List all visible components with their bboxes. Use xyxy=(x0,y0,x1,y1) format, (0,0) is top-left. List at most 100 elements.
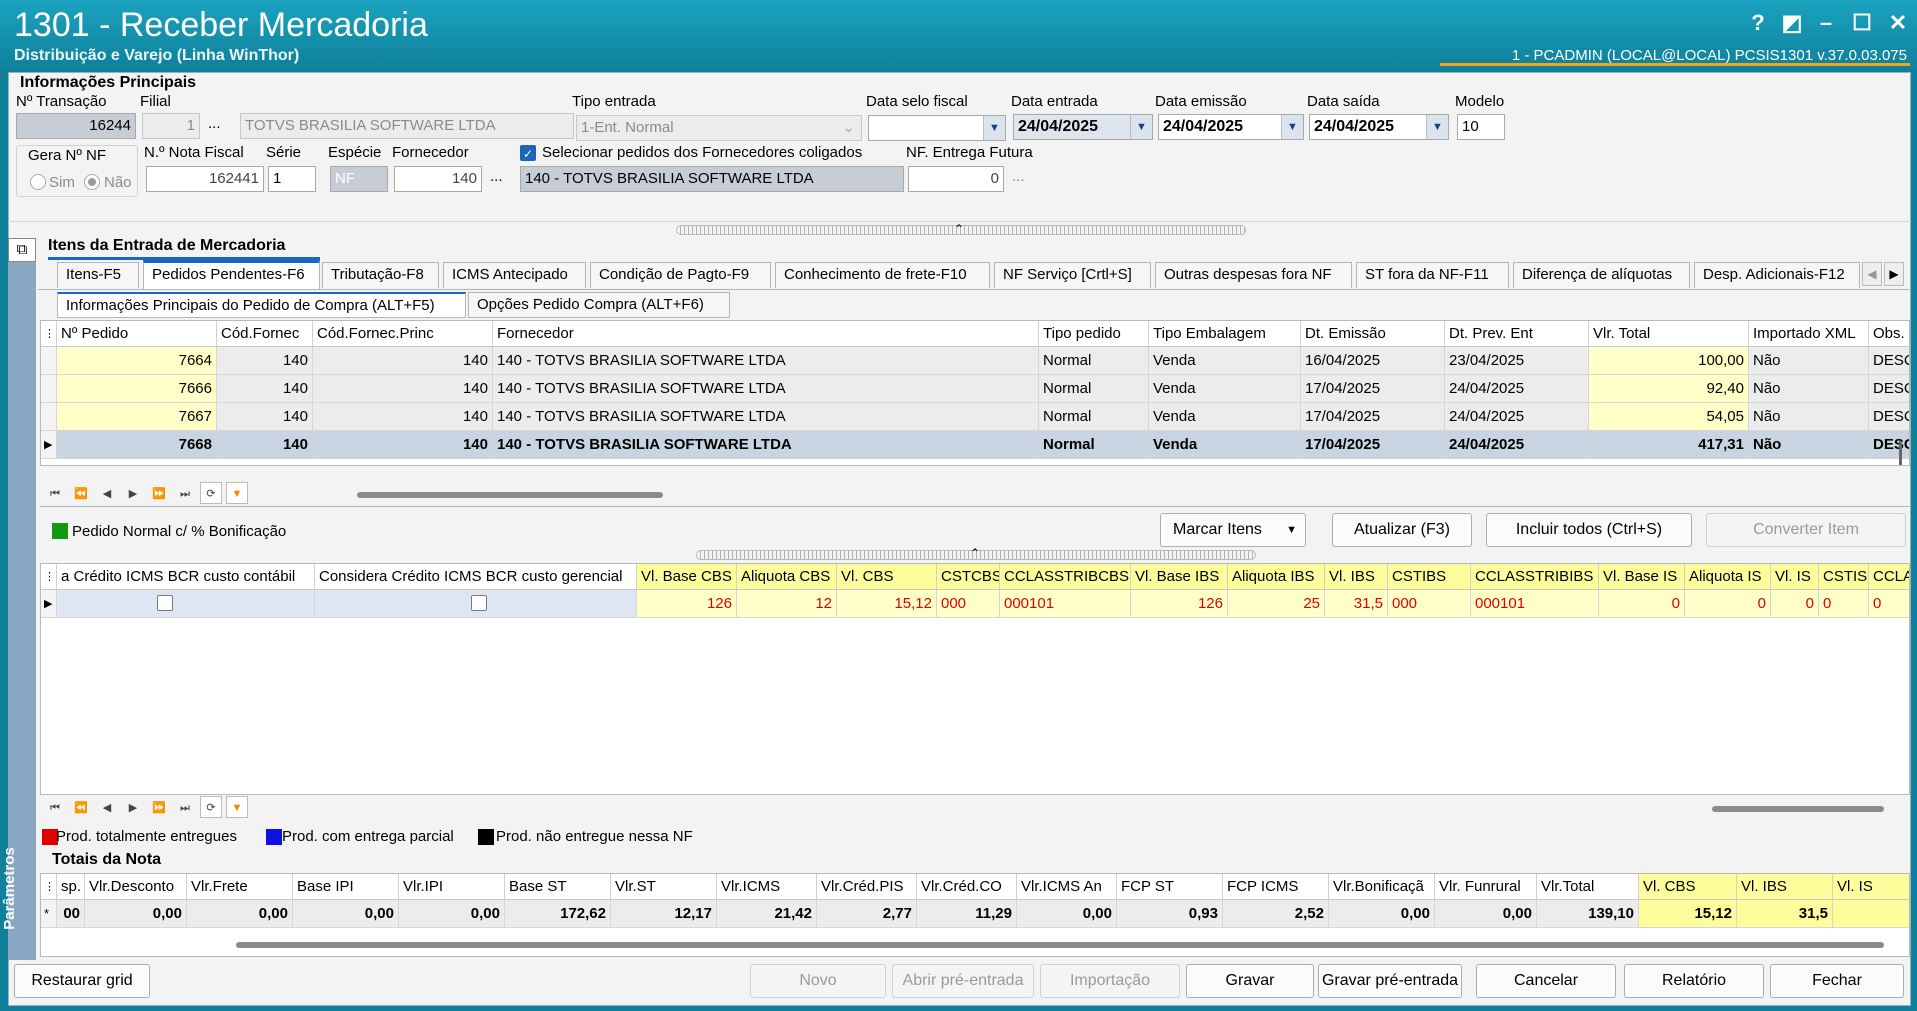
gera-nf-sim-radio[interactable] xyxy=(30,174,46,190)
column-header[interactable]: Obs. xyxy=(1869,321,1909,347)
totals-hscroll-thumb[interactable] xyxy=(236,942,1884,948)
column-header[interactable]: Vlr.Créd.PIS xyxy=(817,874,917,900)
row-indicator[interactable]: ▶ xyxy=(41,590,57,618)
subtab-item[interactable]: Informações Principais do Pedido de Comp… xyxy=(57,292,466,318)
table-cell[interactable]: DESCONTO xyxy=(1869,403,1909,431)
tab-item[interactable]: ST fora da NF-F11 xyxy=(1356,262,1509,288)
edit-window-icon[interactable]: ◩ xyxy=(1776,10,1808,36)
table-cell[interactable]: DESCONTO xyxy=(1869,375,1909,403)
table-cell[interactable]: 140 - TOTVS BRASILIA SOFTWARE LTDA xyxy=(493,431,1039,459)
column-header[interactable]: Vlr.Bonificaçã xyxy=(1329,874,1435,900)
column-header[interactable]: Vl. IBS xyxy=(1737,874,1833,900)
table-cell[interactable]: Normal xyxy=(1039,347,1149,375)
table-cell[interactable]: 417,31 xyxy=(1589,431,1749,459)
restore-window-icon[interactable]: ⧉ xyxy=(8,238,36,262)
column-header[interactable]: sp. xyxy=(57,874,85,900)
table-cell[interactable]: Venda xyxy=(1149,347,1301,375)
data-saida-field[interactable]: 24/04/2025 ▼ xyxy=(1309,114,1449,140)
fechar-button[interactable]: Fechar xyxy=(1770,964,1904,998)
table-cell[interactable]: 25 xyxy=(1228,590,1325,618)
column-header[interactable]: FCP ST xyxy=(1117,874,1223,900)
table-cell[interactable]: 7664 xyxy=(57,347,217,375)
column-header[interactable]: CCLASSTRIBIBS xyxy=(1471,564,1599,590)
tab-item[interactable]: Conhecimento de frete-F10 xyxy=(775,262,990,288)
table-cell[interactable]: 54,05 xyxy=(1589,403,1749,431)
table-cell[interactable]: 140 xyxy=(217,431,313,459)
cancelar-button[interactable]: Cancelar xyxy=(1476,964,1616,998)
table-cell[interactable]: Venda xyxy=(1149,403,1301,431)
dropdown-arrow-icon[interactable]: ▼ xyxy=(983,116,1005,140)
column-header[interactable]: CSTIBS xyxy=(1388,564,1471,590)
data-selo-field[interactable]: ▼ xyxy=(868,115,1006,141)
table-cell[interactable]: 17/04/2025 xyxy=(1301,431,1445,459)
converter-item-button[interactable]: Converter Item xyxy=(1706,513,1906,547)
items-grid[interactable]: ⋮ a Crédito ICMS BCR custo contábil Consid… xyxy=(40,563,1910,795)
gera-nf-nao-radio[interactable] xyxy=(84,174,100,190)
table-cell[interactable]: 15,12 xyxy=(1639,900,1737,928)
dropdown-arrow-icon[interactable]: ▼ xyxy=(1426,115,1448,139)
table-cell[interactable]: 140 xyxy=(313,347,493,375)
tab-scroll-left-icon[interactable]: ◀ xyxy=(1862,262,1882,286)
table-cell[interactable]: 31,5 xyxy=(1325,590,1388,618)
table-cell[interactable]: Venda xyxy=(1149,375,1301,403)
table-cell[interactable]: 140 - TOTVS BRASILIA SOFTWARE LTDA xyxy=(493,375,1039,403)
table-cell[interactable]: 0 xyxy=(1833,900,1909,928)
column-header[interactable]: Considera Crédito ICMS BCR custo gerenci… xyxy=(315,564,637,590)
next-page-icon[interactable]: ⏩ xyxy=(148,482,170,504)
tab-scroll-right-icon[interactable]: ▶ xyxy=(1884,262,1904,286)
refresh-icon[interactable]: ⟳ xyxy=(200,796,222,818)
table-cell[interactable]: 0 xyxy=(1771,590,1819,618)
table-cell[interactable]: Não xyxy=(1749,375,1869,403)
row-indicator[interactable] xyxy=(41,375,57,403)
relatorio-button[interactable]: Relatório xyxy=(1624,964,1764,998)
tab-item[interactable]: Condição de Pagto-F9 xyxy=(590,262,771,288)
row-indicator[interactable] xyxy=(41,347,57,375)
table-cell[interactable]: DESCONTO xyxy=(1869,431,1909,459)
abrir-pre-entrada-button[interactable]: Abrir pré-entrada xyxy=(892,964,1034,998)
tab-item[interactable]: Itens-F5 xyxy=(57,262,139,288)
column-header[interactable]: CCLASSTRIBCBS xyxy=(1000,564,1131,590)
column-header[interactable]: FCP ICMS xyxy=(1223,874,1329,900)
filial-field[interactable]: 1 xyxy=(142,113,200,139)
column-header[interactable]: Tipo Embalagem xyxy=(1149,321,1301,347)
prior-record-icon[interactable]: ◀ xyxy=(96,796,118,818)
minimize-button[interactable]: – xyxy=(1810,10,1842,36)
column-header[interactable]: Vlr.ICMS xyxy=(717,874,817,900)
column-header[interactable]: Vlr.IPI xyxy=(399,874,505,900)
column-header[interactable]: a Crédito ICMS BCR custo contábil xyxy=(57,564,315,590)
row-checkbox[interactable] xyxy=(471,595,487,611)
table-cell[interactable]: Não xyxy=(1749,403,1869,431)
orders-hscroll-thumb[interactable] xyxy=(357,492,663,498)
novo-button[interactable]: Novo xyxy=(750,964,886,998)
data-entrada-field[interactable]: 24/04/2025 ▼ xyxy=(1013,114,1153,140)
gravar-button[interactable]: Gravar xyxy=(1186,964,1314,998)
gravar-pre-entrada-button[interactable]: Gravar pré-entrada xyxy=(1318,964,1462,998)
table-cell[interactable]: 0,00 xyxy=(1329,900,1435,928)
data-emissao-field[interactable]: 24/04/2025 ▼ xyxy=(1158,114,1304,140)
column-header[interactable]: Tipo pedido xyxy=(1039,321,1149,347)
table-cell[interactable]: 000101 xyxy=(1000,590,1131,618)
parametros-side-panel[interactable]: Parâmetros xyxy=(1,240,36,960)
column-header[interactable]: Vlr.Créd.CO xyxy=(917,874,1017,900)
column-header[interactable]: Vlr.ICMS An xyxy=(1017,874,1117,900)
column-header[interactable]: Vlr.ST xyxy=(611,874,717,900)
row-indicator[interactable] xyxy=(41,403,57,431)
table-cell[interactable]: 100,00 xyxy=(1589,347,1749,375)
table-cell[interactable]: 17/04/2025 xyxy=(1301,375,1445,403)
table-cell[interactable]: 140 xyxy=(217,375,313,403)
next-page-icon[interactable]: ⏩ xyxy=(148,796,170,818)
dropdown-arrow-icon[interactable]: ▼ xyxy=(1130,115,1152,139)
fornecedor-lookup-button[interactable]: ... xyxy=(490,168,503,185)
restaurar-grid-button[interactable]: Restaurar grid xyxy=(14,964,150,998)
table-cell[interactable]: 31,5 xyxy=(1737,900,1833,928)
orders-grid[interactable]: ⋮ Nº Pedido Cód.Fornec Cód.Fornec.Princ Forn… xyxy=(40,320,1910,466)
table-cell[interactable]: 0,00 xyxy=(399,900,505,928)
especie-field[interactable]: NF xyxy=(330,166,388,192)
nf-futura-field[interactable]: 0 xyxy=(908,166,1004,192)
column-header[interactable]: Nº Pedido xyxy=(57,321,217,347)
subtab-item[interactable]: Opções Pedido Compra (ALT+F6) xyxy=(468,292,730,318)
chevron-up-icon[interactable]: ⌃ xyxy=(970,546,980,560)
column-header[interactable]: Fornecedor xyxy=(493,321,1039,347)
table-cell[interactable]: 140 - TOTVS BRASILIA SOFTWARE LTDA xyxy=(493,347,1039,375)
table-cell[interactable]: Não xyxy=(1749,431,1869,459)
